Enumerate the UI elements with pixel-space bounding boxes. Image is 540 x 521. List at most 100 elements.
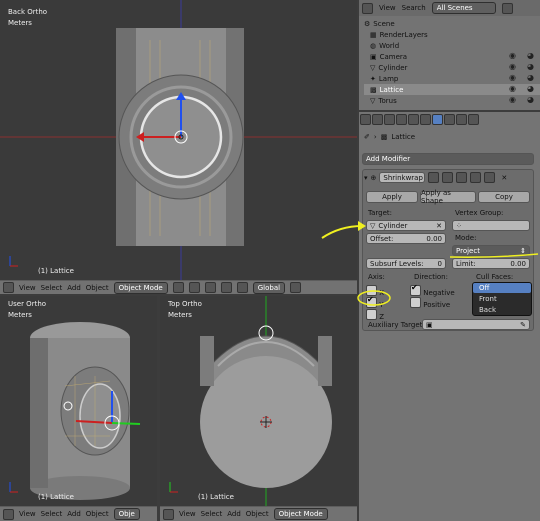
- viewport-top-header: View Select Add Object Object Mode: [160, 506, 357, 521]
- copy-button[interactable]: Copy: [478, 191, 530, 203]
- shading-icon[interactable]: [172, 282, 184, 293]
- apply-button[interactable]: Apply: [366, 191, 418, 203]
- vertex-group-field[interactable]: ⁘: [452, 220, 530, 231]
- rotate-icon[interactable]: [236, 282, 248, 293]
- visibility-eye-icon[interactable]: ◉: [509, 62, 516, 71]
- manipulator-icon[interactable]: [204, 282, 216, 293]
- editor-type-icon[interactable]: [163, 508, 174, 520]
- render-camera-icon[interactable]: ◕: [527, 62, 534, 71]
- render-camera-icon[interactable]: ◕: [527, 95, 534, 104]
- orientation-selector[interactable]: Global: [252, 281, 286, 294]
- outliner-item-lamp[interactable]: ✦ Lamp: [370, 73, 398, 84]
- visibility-eye-icon[interactable]: ◉: [509, 95, 516, 104]
- outliner-item-cylinder[interactable]: ▽ Cylinder: [370, 62, 407, 73]
- menu-view[interactable]: View: [19, 510, 36, 518]
- add-modifier-button[interactable]: Add Modifier: [362, 153, 534, 165]
- viewport-user-ortho[interactable]: User Ortho Meters (1) Lattice: [0, 296, 157, 506]
- cull-faces-menu: Off Front Back: [472, 282, 532, 316]
- eyedropper-icon[interactable]: ✎: [520, 321, 526, 329]
- render-camera-icon[interactable]: ◕: [527, 51, 534, 60]
- tab-material-icon[interactable]: [456, 114, 467, 125]
- cull-option-front[interactable]: Front: [473, 294, 531, 304]
- visibility-eye-icon[interactable]: ◉: [509, 84, 516, 93]
- menu-object[interactable]: Object: [246, 510, 269, 518]
- viewport-units: Meters: [8, 19, 32, 27]
- show-viewport-icon[interactable]: [442, 172, 454, 183]
- menu-object[interactable]: Object: [86, 284, 109, 292]
- outliner-item-scene[interactable]: ⚙ Scene: [364, 18, 395, 29]
- outliner-item-camera[interactable]: ▣ Camera: [370, 51, 407, 62]
- menu-add[interactable]: Add: [67, 510, 81, 518]
- tab-world-icon[interactable]: [396, 114, 407, 125]
- editor-type-icon[interactable]: [3, 282, 14, 293]
- cull-option-back[interactable]: Back: [473, 305, 531, 315]
- subsurf-levels-field[interactable]: Subsurf Levels: 0: [366, 258, 446, 269]
- modifier-name-field[interactable]: Shrinkwrap: [379, 172, 426, 183]
- visibility-eye-icon[interactable]: ◉: [509, 51, 516, 60]
- limit-field[interactable]: Limit: 0.00: [452, 258, 530, 269]
- tab-modifiers-icon[interactable]: [432, 114, 443, 125]
- vertex-group-icon: ⁘: [456, 221, 462, 230]
- cull-faces-label: Cull Faces:: [476, 273, 514, 281]
- mesh-icon: ▽: [370, 63, 376, 72]
- menu-add[interactable]: Add: [227, 510, 241, 518]
- viewport-top-ortho[interactable]: Top Ortho Meters (1) Lattice: [160, 296, 357, 506]
- tab-render-icon[interactable]: [360, 114, 371, 125]
- outliner-item-torus[interactable]: ▽ Torus: [370, 95, 397, 106]
- show-render-icon[interactable]: [428, 172, 440, 183]
- clear-icon[interactable]: ✕: [436, 222, 442, 230]
- render-camera-icon[interactable]: ◕: [527, 73, 534, 82]
- tab-physics-icon[interactable]: [468, 114, 479, 125]
- viewport-user-header: View Select Add Object Obje: [0, 506, 157, 521]
- outliner-item-world[interactable]: ◍ World: [370, 40, 399, 51]
- viewport-back-ortho[interactable]: Back Ortho Meters (1) Lattice: [0, 0, 357, 280]
- menu-view[interactable]: View: [19, 284, 36, 292]
- menu-select[interactable]: Select: [41, 284, 63, 292]
- active-object-label: (1) Lattice: [38, 267, 74, 275]
- layer-icon[interactable]: [290, 282, 302, 293]
- visibility-eye-icon[interactable]: ◉: [509, 73, 516, 82]
- outliner-view-menu[interactable]: View: [379, 4, 396, 12]
- positive-checkbox[interactable]: Positive: [410, 296, 450, 309]
- editor-type-icon[interactable]: [362, 2, 373, 14]
- viewport-user-scene: [9, 322, 141, 500]
- outliner-item-renderlayers[interactable]: ▦ RenderLayers: [370, 29, 428, 40]
- cull-option-off[interactable]: Off: [473, 283, 531, 293]
- outliner-filter[interactable]: All Scenes: [431, 2, 496, 14]
- tab-scene-icon[interactable]: [384, 114, 395, 125]
- apply-as-shape-button[interactable]: Apply as Shape: [420, 189, 476, 205]
- axis-z-checkbox[interactable]: Z: [366, 308, 384, 321]
- tab-data-icon[interactable]: [444, 114, 455, 125]
- move-down-icon[interactable]: [484, 172, 496, 183]
- auxiliary-target-field[interactable]: ▣ ✎: [422, 319, 530, 330]
- mode-selector[interactable]: Object Mode: [273, 508, 328, 520]
- show-editmode-icon[interactable]: [456, 172, 468, 183]
- target-label: Target:: [368, 209, 393, 217]
- mode-dropdown[interactable]: Project ⇕: [452, 245, 530, 256]
- outliner-item-lattice[interactable]: ▩ Lattice: [370, 84, 403, 95]
- menu-object[interactable]: Object: [86, 510, 109, 518]
- collapse-arrow-icon[interactable]: ▾: [364, 174, 368, 182]
- translate-icon[interactable]: [220, 282, 232, 293]
- outliner-search-menu[interactable]: Search: [402, 4, 426, 12]
- mesh-icon: ▽: [370, 221, 376, 230]
- mode-label: Mode:: [455, 234, 477, 242]
- tab-layers-icon[interactable]: [372, 114, 383, 125]
- mode-selector[interactable]: Object Mode: [113, 281, 168, 294]
- target-field[interactable]: ▽ Cylinder ✕: [366, 220, 446, 231]
- mode-selector[interactable]: Obje: [113, 508, 140, 520]
- pin-icon[interactable]: ✐: [364, 133, 370, 141]
- close-icon[interactable]: ✕: [501, 174, 507, 182]
- menu-select[interactable]: Select: [201, 510, 223, 518]
- move-up-icon[interactable]: [470, 172, 482, 183]
- tab-object-icon[interactable]: [408, 114, 419, 125]
- editor-type-icon[interactable]: [3, 508, 14, 520]
- tab-constraints-icon[interactable]: [420, 114, 431, 125]
- search-icon[interactable]: [501, 2, 513, 14]
- menu-add[interactable]: Add: [67, 284, 81, 292]
- offset-field[interactable]: Offset: 0.00: [366, 233, 446, 244]
- menu-view[interactable]: View: [179, 510, 196, 518]
- menu-select[interactable]: Select: [41, 510, 63, 518]
- render-camera-icon[interactable]: ◕: [527, 84, 534, 93]
- pivot-icon[interactable]: [188, 282, 200, 293]
